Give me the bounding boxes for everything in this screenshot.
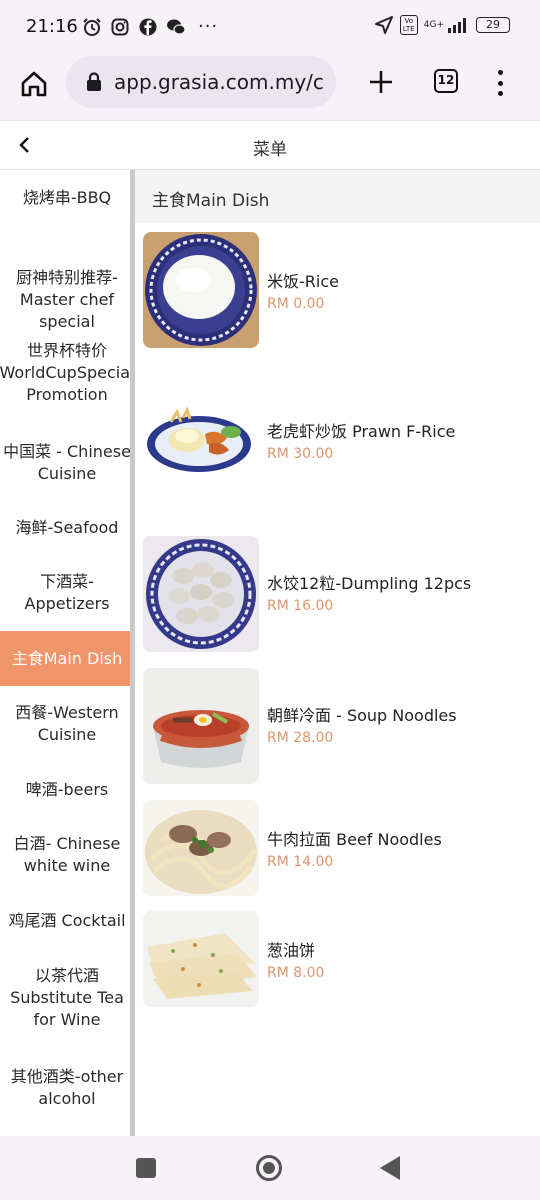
menu-dot [497, 91, 503, 96]
dish-list: 主食Main Dish 米饭-Rice RM 0.00 老虎虾炒饭 Prawn … [135, 170, 540, 1136]
dish-name: 朝鲜冷面 - Soup Noodles [267, 706, 457, 725]
status-time: 21:16 [26, 16, 78, 37]
category-white-wine[interactable]: 白酒- Chinese white wine [0, 817, 134, 892]
browser-toolbar: app.grasia.com.my/c 12 [0, 56, 540, 120]
category-seafood[interactable]: 海鲜-Seafood [0, 500, 134, 555]
category-other-alcohol[interactable]: 其他酒类-other alcohol [0, 1048, 134, 1128]
category-main-dish[interactable]: 主食Main Dish [0, 631, 134, 686]
home-button[interactable] [14, 64, 54, 104]
dish-price: RM 14.00 [267, 854, 334, 870]
network-type: 4G+ [423, 19, 444, 30]
new-tab-button[interactable] [364, 62, 398, 102]
home-icon [21, 71, 47, 97]
dish-price: RM 16.00 [267, 598, 334, 614]
notification-icons: ··· [82, 16, 218, 37]
dish-image-scallion-pancake [143, 911, 259, 1007]
dish-price: RM 30.00 [267, 446, 334, 462]
dish-name: 水饺12粒-Dumpling 12pcs [267, 574, 472, 593]
dish-image-beef-noodles [143, 800, 259, 896]
dish-item[interactable]: 水饺12粒-Dumpling 12pcs RM 16.00 [143, 536, 533, 654]
menu-dot [497, 70, 503, 75]
dish-price: RM 8.00 [267, 965, 325, 981]
dish-name: 牛肉拉面 Beef Noodles [267, 830, 442, 849]
alarm-icon [82, 17, 102, 37]
dish-image-dumplings [143, 536, 259, 652]
browser-menu-button[interactable] [490, 66, 510, 100]
page-title: 菜单 [253, 140, 287, 160]
category-beers[interactable]: 啤酒-beers [0, 762, 134, 817]
back-nav-button[interactable] [380, 1156, 400, 1180]
dish-item[interactable]: 老虎虾炒饭 Prawn F-Rice RM 30.00 [143, 396, 533, 486]
page-header: 菜单 [0, 120, 540, 170]
category-bbq[interactable]: 烧烤串-BBQ [0, 170, 134, 225]
category-western[interactable]: 西餐-Western Cuisine [0, 686, 134, 761]
category-worldcup[interactable]: 世界杯特价 WorldCupSpecial Promotion [0, 320, 134, 425]
home-nav-button[interactable] [256, 1155, 282, 1181]
dish-item[interactable]: 牛肉拉面 Beef Noodles RM 14.00 [143, 800, 533, 896]
dish-name: 葱油饼 [267, 941, 316, 960]
dish-item[interactable]: 朝鲜冷面 - Soup Noodles RM 28.00 [143, 668, 533, 784]
dish-price: RM 28.00 [267, 730, 334, 746]
dish-item[interactable]: 米饭-Rice RM 0.00 [143, 232, 533, 350]
location-icon [374, 15, 394, 35]
dish-image-soup-noodles [143, 668, 259, 784]
battery-indicator: 29 [476, 17, 510, 33]
more-notifications-icon: ··· [198, 16, 219, 37]
volte-icon: Vo LTE [399, 15, 418, 35]
dish-image-rice [143, 232, 259, 348]
facebook-icon [138, 17, 158, 37]
category-tea[interactable]: 以茶代酒 Substitute Tea for Wine [0, 948, 134, 1048]
status-bar: 21:16 ··· Vo LTE 4G+ 29 [0, 0, 540, 56]
category-cocktail[interactable]: 鸡尾酒 Cocktail [0, 893, 134, 948]
dish-item[interactable]: 葱油饼 RM 8.00 [143, 911, 533, 1007]
section-header: 主食Main Dish [135, 170, 540, 223]
system-nav-bar [0, 1136, 540, 1200]
dish-name: 老虎虾炒饭 Prawn F-Rice [267, 422, 456, 441]
tab-switcher-button[interactable]: 12 [434, 69, 458, 93]
dish-price: RM 0.00 [267, 296, 325, 312]
category-chinese[interactable]: 中国菜 - Chinese Cuisine [0, 425, 134, 500]
instagram-icon [110, 17, 130, 37]
dish-name: 米饭-Rice [267, 272, 339, 291]
section-title: 主食Main Dish [152, 191, 270, 211]
lock-icon [84, 72, 104, 92]
recent-apps-button[interactable] [136, 1158, 156, 1178]
signal-icon [446, 15, 470, 35]
plus-icon [370, 71, 392, 93]
dish-image-prawn-rice [143, 396, 259, 478]
wechat-icon [166, 17, 186, 37]
url-text: app.grasia.com.my/c [114, 70, 324, 94]
menu-dot [497, 80, 503, 86]
category-appetizers[interactable]: 下酒菜-Appetizers [0, 555, 134, 630]
system-icons: Vo LTE 4G+ 29 [374, 15, 510, 35]
category-sidebar: 烧烤串-BBQ 厨神特别推荐-Master chef special 世界杯特价… [0, 170, 134, 1136]
address-bar[interactable]: app.grasia.com.my/c [66, 56, 336, 108]
